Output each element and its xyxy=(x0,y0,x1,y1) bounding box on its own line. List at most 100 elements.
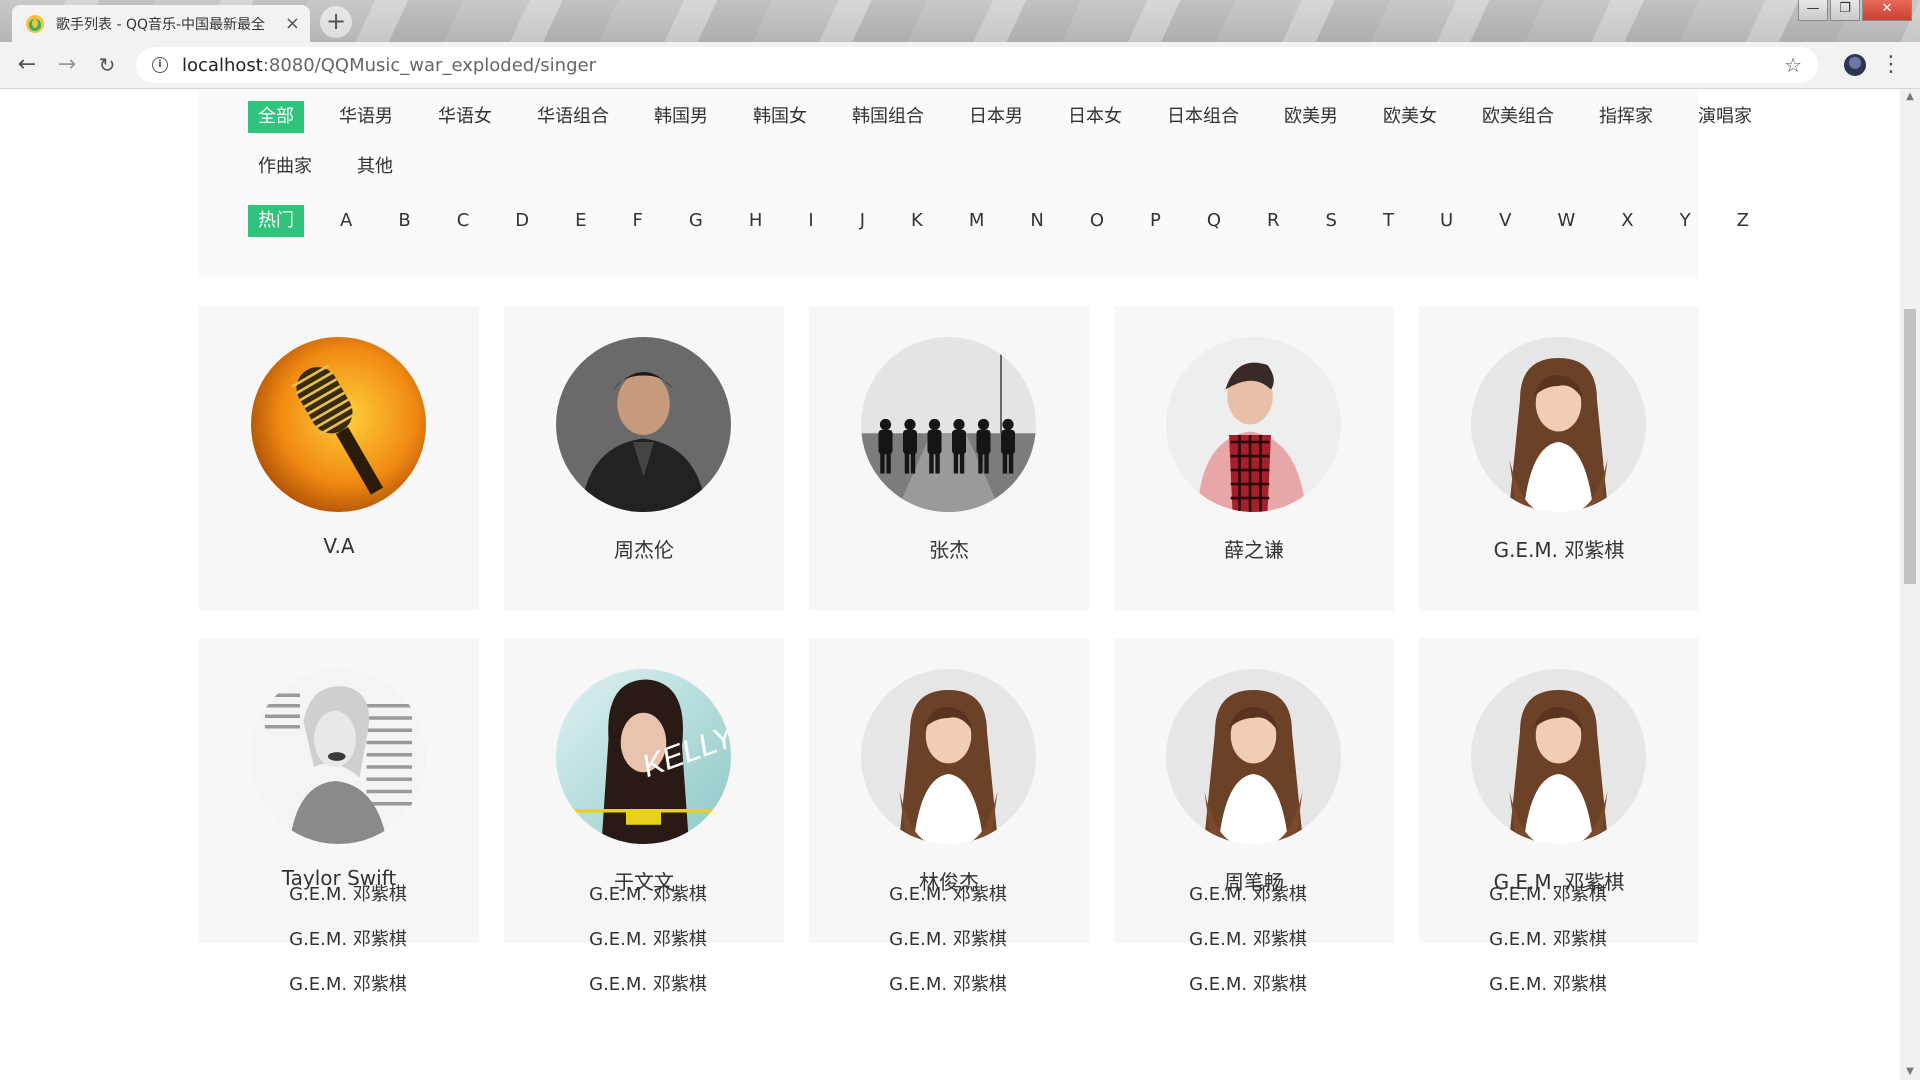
text-list-item[interactable]: G.E.M. 邓紫棋 xyxy=(233,880,463,906)
text-list-item[interactable]: G.E.M. 邓紫棋 xyxy=(1433,880,1663,906)
text-list-item[interactable]: G.E.M. 邓紫棋 xyxy=(1133,880,1363,906)
scroll-up-icon[interactable]: ▲ xyxy=(1900,89,1920,105)
singer-name[interactable]: 薛之谦 xyxy=(1114,534,1394,563)
filter-letters-15[interactable]: P xyxy=(1140,205,1171,237)
filter-letters-0[interactable]: 热门 xyxy=(248,205,304,237)
singer-card[interactable]: G.E.M. 邓紫棋 xyxy=(1419,306,1699,611)
filter-letters-3[interactable]: C xyxy=(447,205,480,237)
info-icon[interactable]: i xyxy=(152,57,168,73)
filter-categories-14[interactable]: 演唱家 xyxy=(1688,101,1762,133)
filter-categories-10[interactable]: 欧美男 xyxy=(1274,101,1348,133)
text-list-item[interactable]: G.E.M. 邓紫棋 xyxy=(533,970,763,996)
filter-letters-20[interactable]: U xyxy=(1430,205,1463,237)
filter-letters-24[interactable]: Y xyxy=(1670,205,1701,237)
back-button[interactable]: ← xyxy=(12,50,42,80)
filter-letters-7[interactable]: G xyxy=(679,205,713,237)
text-list-item[interactable]: G.E.M. 邓紫棋 xyxy=(1433,970,1663,996)
bookmark-star-icon[interactable]: ☆ xyxy=(1784,53,1802,77)
singer-card[interactable]: 薛之谦 xyxy=(1114,306,1394,611)
filter-letters-11[interactable]: K xyxy=(901,205,933,237)
singer-card[interactable]: 张杰 xyxy=(809,306,1089,611)
filter-letters-17[interactable]: R xyxy=(1257,205,1290,237)
filter-categories_row2-0[interactable]: 作曲家 xyxy=(248,151,322,183)
filter-letters-6[interactable]: F xyxy=(623,205,653,237)
singer-name[interactable]: V.A xyxy=(199,534,479,558)
text-list-item[interactable]: G.E.M. 邓紫棋 xyxy=(1133,925,1363,951)
url-text[interactable]: localhost:8080/QQMusic_war_exploded/sing… xyxy=(182,55,596,76)
filter-categories-13[interactable]: 指挥家 xyxy=(1589,101,1663,133)
filter-letters-1[interactable]: A xyxy=(330,205,362,237)
page-scrollbar[interactable]: ▲ ▼ xyxy=(1900,89,1920,1080)
filter-categories-4[interactable]: 韩国男 xyxy=(644,101,718,133)
singer-name[interactable]: G.E.M. 邓紫棋 xyxy=(1419,534,1699,563)
singer-avatar[interactable] xyxy=(1471,669,1646,844)
filter-letters-19[interactable]: T xyxy=(1373,205,1404,237)
text-list-item[interactable]: G.E.M. 邓紫棋 xyxy=(1133,970,1363,996)
reload-button[interactable]: ↻ xyxy=(92,50,122,80)
filter-letters-21[interactable]: V xyxy=(1489,205,1521,237)
singer-avatar[interactable] xyxy=(1166,669,1341,844)
singer-avatar[interactable] xyxy=(1471,337,1646,512)
filter-letters-25[interactable]: Z xyxy=(1727,205,1759,237)
address-bar[interactable]: i localhost:8080/QQMusic_war_exploded/si… xyxy=(136,47,1818,83)
singer-avatar[interactable] xyxy=(251,669,426,844)
minimize-button[interactable]: — xyxy=(1798,0,1828,21)
text-list-item[interactable]: G.E.M. 邓紫棋 xyxy=(533,925,763,951)
singer-avatar[interactable] xyxy=(861,669,1036,844)
text-list-item[interactable]: G.E.M. 邓紫棋 xyxy=(233,925,463,951)
new-tab-button[interactable]: + xyxy=(320,6,352,38)
singer-avatar[interactable] xyxy=(556,337,731,512)
singer-card[interactable]: 周杰伦 xyxy=(504,306,784,611)
filter-letters-2[interactable]: B xyxy=(388,205,420,237)
close-tab-icon[interactable]: × xyxy=(285,13,300,34)
filter-letters-9[interactable]: I xyxy=(798,205,823,237)
filter-letters-12[interactable]: M xyxy=(959,205,995,237)
text-list-item[interactable]: G.E.M. 邓紫棋 xyxy=(833,880,1063,906)
filter-categories-3[interactable]: 华语组合 xyxy=(527,101,619,133)
filter-letters-13[interactable]: N xyxy=(1020,205,1053,237)
filter-letters-14[interactable]: O xyxy=(1080,205,1114,237)
singer-avatar[interactable]: KELLY xyxy=(556,669,731,844)
scroll-thumb[interactable] xyxy=(1904,309,1916,584)
singer-avatar[interactable] xyxy=(1166,337,1341,512)
filter-categories-8[interactable]: 日本女 xyxy=(1058,101,1132,133)
text-list-item[interactable]: G.E.M. 邓紫棋 xyxy=(1433,925,1663,951)
qq-music-favicon-icon xyxy=(26,14,44,33)
filter-categories-11[interactable]: 欧美女 xyxy=(1373,101,1447,133)
singer-name[interactable]: 张杰 xyxy=(809,534,1089,563)
text-list-item[interactable]: G.E.M. 邓紫棋 xyxy=(833,925,1063,951)
window-close-button[interactable]: ✕ xyxy=(1862,0,1912,21)
singer-name[interactable]: 周杰伦 xyxy=(504,534,784,563)
text-list-item[interactable]: G.E.M. 邓紫棋 xyxy=(533,880,763,906)
filter-categories-0[interactable]: 全部 xyxy=(248,101,304,133)
singer-avatar[interactable] xyxy=(251,337,426,512)
browser-tab[interactable]: 歌手列表 - QQ音乐-中国最新最全 × xyxy=(12,5,310,42)
filter-categories-2[interactable]: 华语女 xyxy=(428,101,502,133)
filter-letters-5[interactable]: E xyxy=(565,205,596,237)
filter-categories-5[interactable]: 韩国女 xyxy=(743,101,817,133)
filter-categories-9[interactable]: 日本组合 xyxy=(1157,101,1249,133)
filter-categories_row2-1[interactable]: 其他 xyxy=(347,151,403,183)
text-list-item[interactable]: G.E.M. 邓紫棋 xyxy=(233,970,463,996)
text-list-item[interactable]: G.E.M. 邓紫棋 xyxy=(833,970,1063,996)
filter-categories-6[interactable]: 韩国组合 xyxy=(842,101,934,133)
filter-categories-7[interactable]: 日本男 xyxy=(959,101,1033,133)
scroll-down-icon[interactable]: ▼ xyxy=(1900,1064,1920,1080)
filter-letters-10[interactable]: J xyxy=(850,205,875,237)
filter-categories-12[interactable]: 欧美组合 xyxy=(1472,101,1564,133)
singer-avatar[interactable] xyxy=(861,337,1036,512)
filter-letters-16[interactable]: Q xyxy=(1197,205,1231,237)
profile-avatar-icon[interactable] xyxy=(1844,54,1866,76)
filter-letters-22[interactable]: W xyxy=(1547,205,1585,237)
filter-letters-4[interactable]: D xyxy=(505,205,539,237)
filter-panel: 全部 华语男 华语女 华语组合 韩国男 韩国女 韩国组合 日本男 日本女 日本组合 欧美男 欧美女 欧美… xyxy=(199,89,1752,279)
browser-menu-icon[interactable]: ⋮ xyxy=(1880,51,1902,79)
singer-card[interactable]: V.A xyxy=(199,306,479,611)
filter-categories-1[interactable]: 华语男 xyxy=(329,101,403,133)
filter-letters-18[interactable]: S xyxy=(1316,205,1347,237)
filter-letters-8[interactable]: H xyxy=(739,205,773,237)
restore-button[interactable]: ❐ xyxy=(1830,0,1860,21)
url-host: localhost xyxy=(182,54,263,76)
forward-button[interactable]: → xyxy=(52,50,82,80)
filter-letters-23[interactable]: X xyxy=(1611,205,1643,237)
